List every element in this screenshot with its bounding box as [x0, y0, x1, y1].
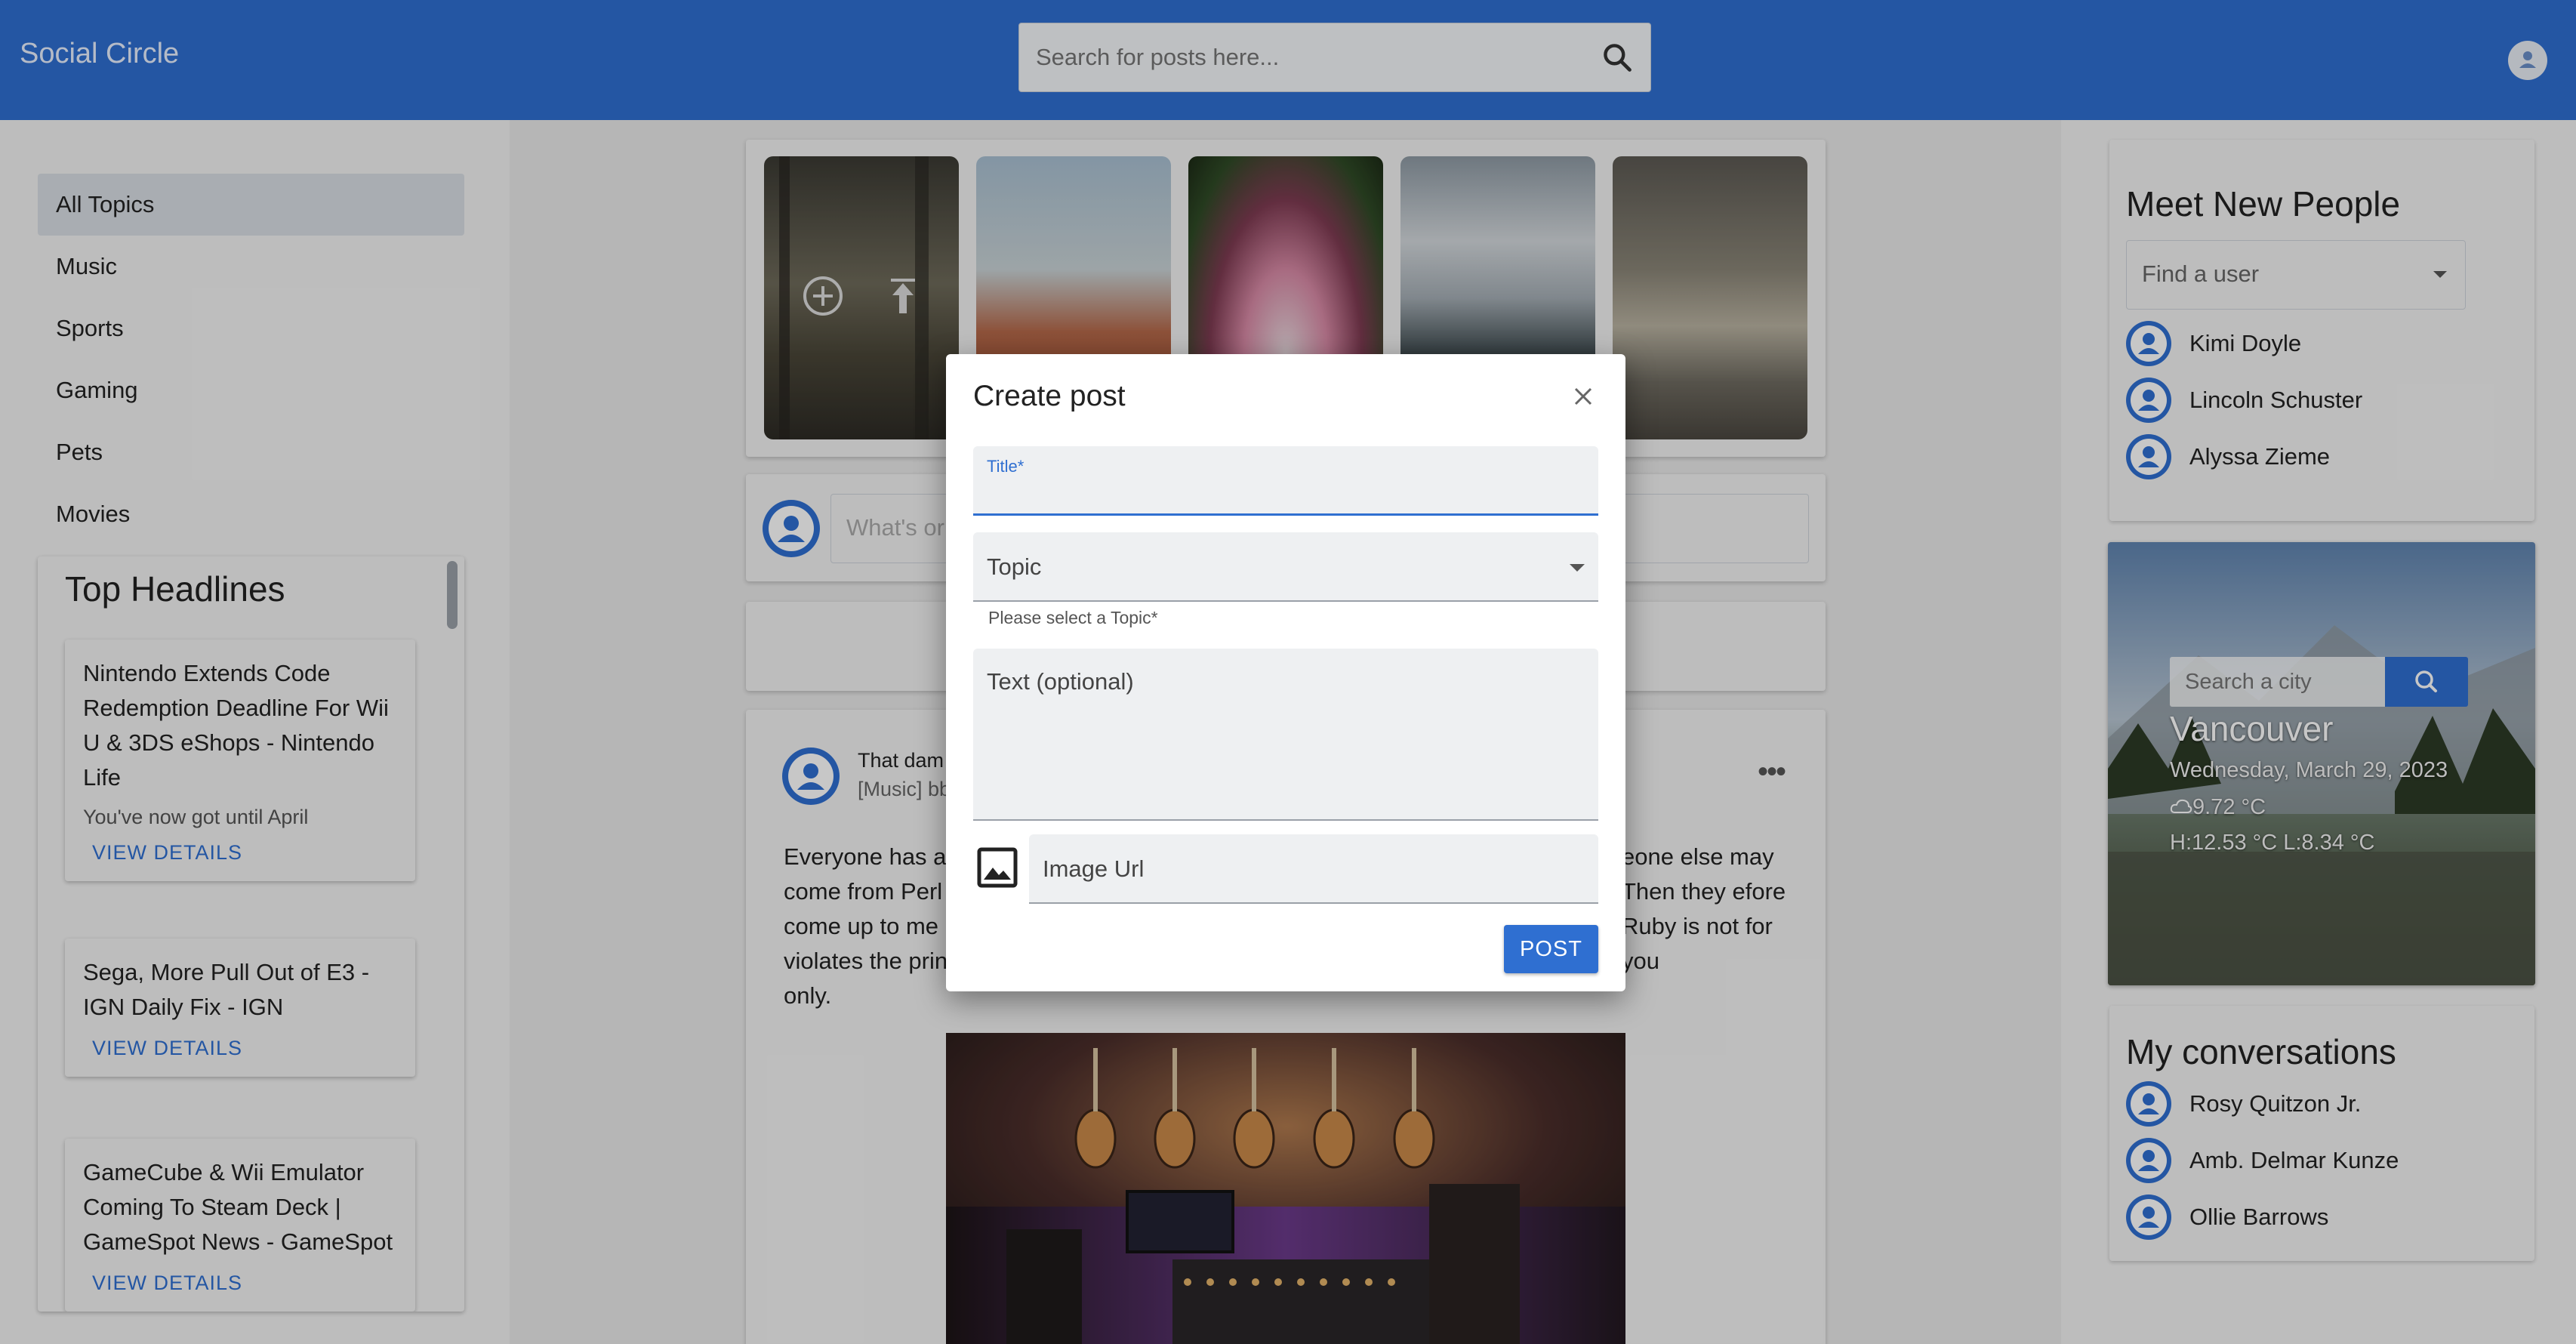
image-url-label: Image Url [1043, 855, 1145, 882]
create-post-dialog: Create post Title* Topic Please select a… [946, 354, 1625, 991]
text-field[interactable]: Text (optional) [973, 649, 1598, 821]
post-button[interactable]: POST [1504, 925, 1598, 973]
text-field-label: Text (optional) [987, 668, 1134, 695]
topic-select-label: Topic [987, 553, 1042, 580]
topic-select[interactable]: Topic [973, 532, 1598, 602]
close-icon[interactable] [1568, 381, 1598, 412]
dialog-title: Create post [973, 380, 1126, 412]
title-field-label: Title* [987, 457, 1025, 476]
title-field[interactable]: Title* [973, 446, 1598, 516]
image-icon [977, 847, 1018, 888]
topic-helper-text: Please select a Topic* [988, 608, 1158, 627]
image-url-field[interactable]: Image Url [1029, 834, 1598, 904]
chevron-down-icon [1570, 564, 1585, 572]
